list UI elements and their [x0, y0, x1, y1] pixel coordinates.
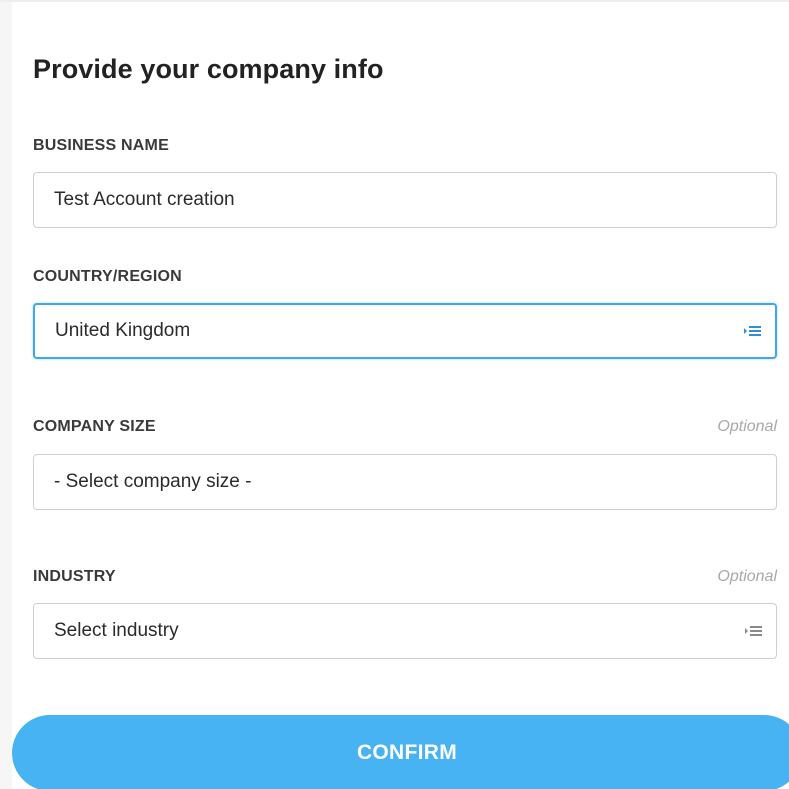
list-picker-icon[interactable]	[745, 625, 762, 637]
business-name-field[interactable]: Test Account creation	[33, 172, 777, 228]
industry-value: Select industry	[54, 620, 179, 641]
country-region-value: United Kingdom	[55, 320, 191, 341]
industry-optional: Optional	[717, 568, 777, 585]
list-picker-icon[interactable]	[744, 325, 761, 337]
form-panel	[12, 2, 789, 789]
company-size-optional: Optional	[717, 418, 777, 435]
confirm-button[interactable]: CONFIRM	[12, 715, 789, 789]
company-size-label: COMPANY SIZE	[33, 418, 156, 435]
company-size-select[interactable]: - Select company size -	[33, 454, 777, 510]
page: Provide your company info BUSINESS NAME …	[0, 0, 789, 789]
page-title: Provide your company info	[33, 54, 384, 84]
country-region-label: COUNTRY/REGION	[33, 268, 182, 285]
industry-select[interactable]: Select industry	[33, 603, 777, 659]
company-size-value: - Select company size -	[54, 471, 252, 492]
country-region-select[interactable]: United Kingdom	[33, 303, 777, 359]
business-name-label: BUSINESS NAME	[33, 137, 169, 154]
business-name-value: Test Account creation	[54, 189, 235, 210]
industry-label: INDUSTRY	[33, 568, 116, 585]
